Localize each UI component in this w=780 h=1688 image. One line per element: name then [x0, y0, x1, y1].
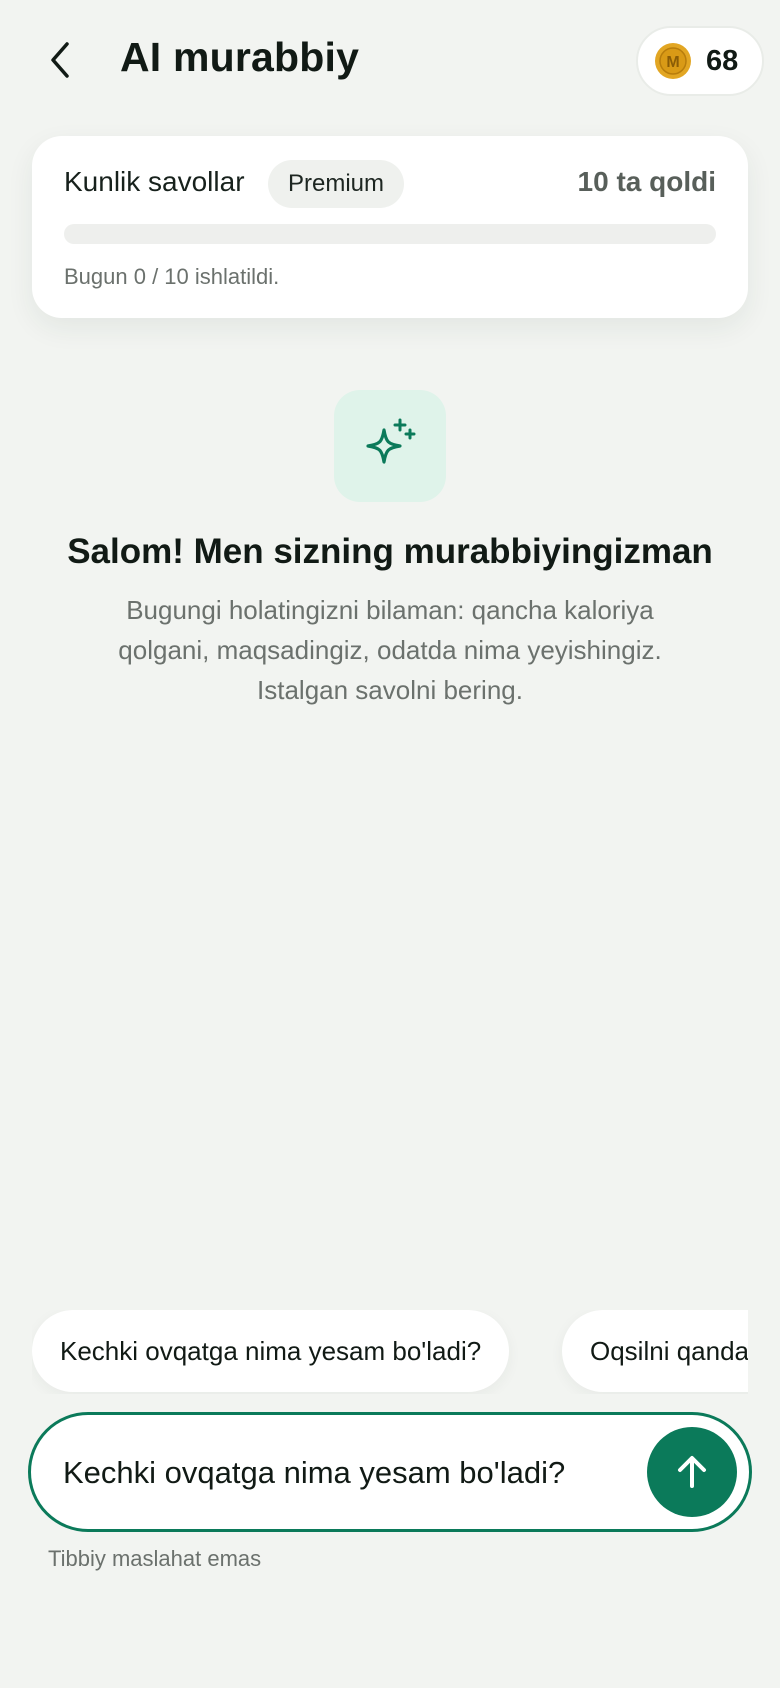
daily-questions-label: Kunlik savollar	[64, 166, 245, 197]
sparkle-icon	[366, 418, 416, 464]
chevron-left-icon	[51, 42, 69, 78]
chat-input[interactable]	[63, 1443, 623, 1503]
remaining-count: 10 ta qoldi	[577, 166, 716, 197]
usage-text: Bugun 0 / 10 ishlatildi.	[64, 264, 280, 289]
welcome-title: Salom! Men sizning murabbiyingizman	[67, 532, 713, 571]
coin-icon: M	[655, 43, 691, 79]
suggestion-chip[interactable]: Oqsilni qanday	[562, 1310, 748, 1392]
page-title: AI murabbiy	[120, 34, 360, 80]
coin-count: 68	[706, 44, 739, 77]
arrow-up-icon	[678, 1456, 706, 1488]
disclaimer: Tibbiy maslahat emas	[48, 1546, 262, 1571]
back-button[interactable]	[38, 38, 82, 82]
daily-questions-card: Kunlik savollar Premium 10 ta qoldi Bugu…	[32, 136, 748, 318]
coin-balance-button[interactable]: M 68	[636, 26, 764, 96]
chat-input-box	[28, 1412, 752, 1532]
coach-avatar-tile	[334, 390, 446, 502]
premium-badge: Premium	[268, 160, 405, 208]
suggestion-chips: Kechki ovqatga nima yesam bo'ladi? Oqsil…	[32, 1310, 748, 1394]
suggestion-chip[interactable]: Kechki ovqatga nima yesam bo'ladi?	[32, 1310, 510, 1392]
daily-progress-bar	[64, 224, 716, 244]
coin-letter: M	[666, 54, 679, 71]
welcome-description: Bugungi holatingizni bilaman: qancha kal…	[118, 595, 662, 705]
ai-coach-screen: AI murabbiy M 68 Kunlik savollar Premium…	[0, 0, 780, 1688]
send-button[interactable]	[647, 1427, 737, 1517]
header: AI murabbiy M 68	[0, 0, 780, 120]
